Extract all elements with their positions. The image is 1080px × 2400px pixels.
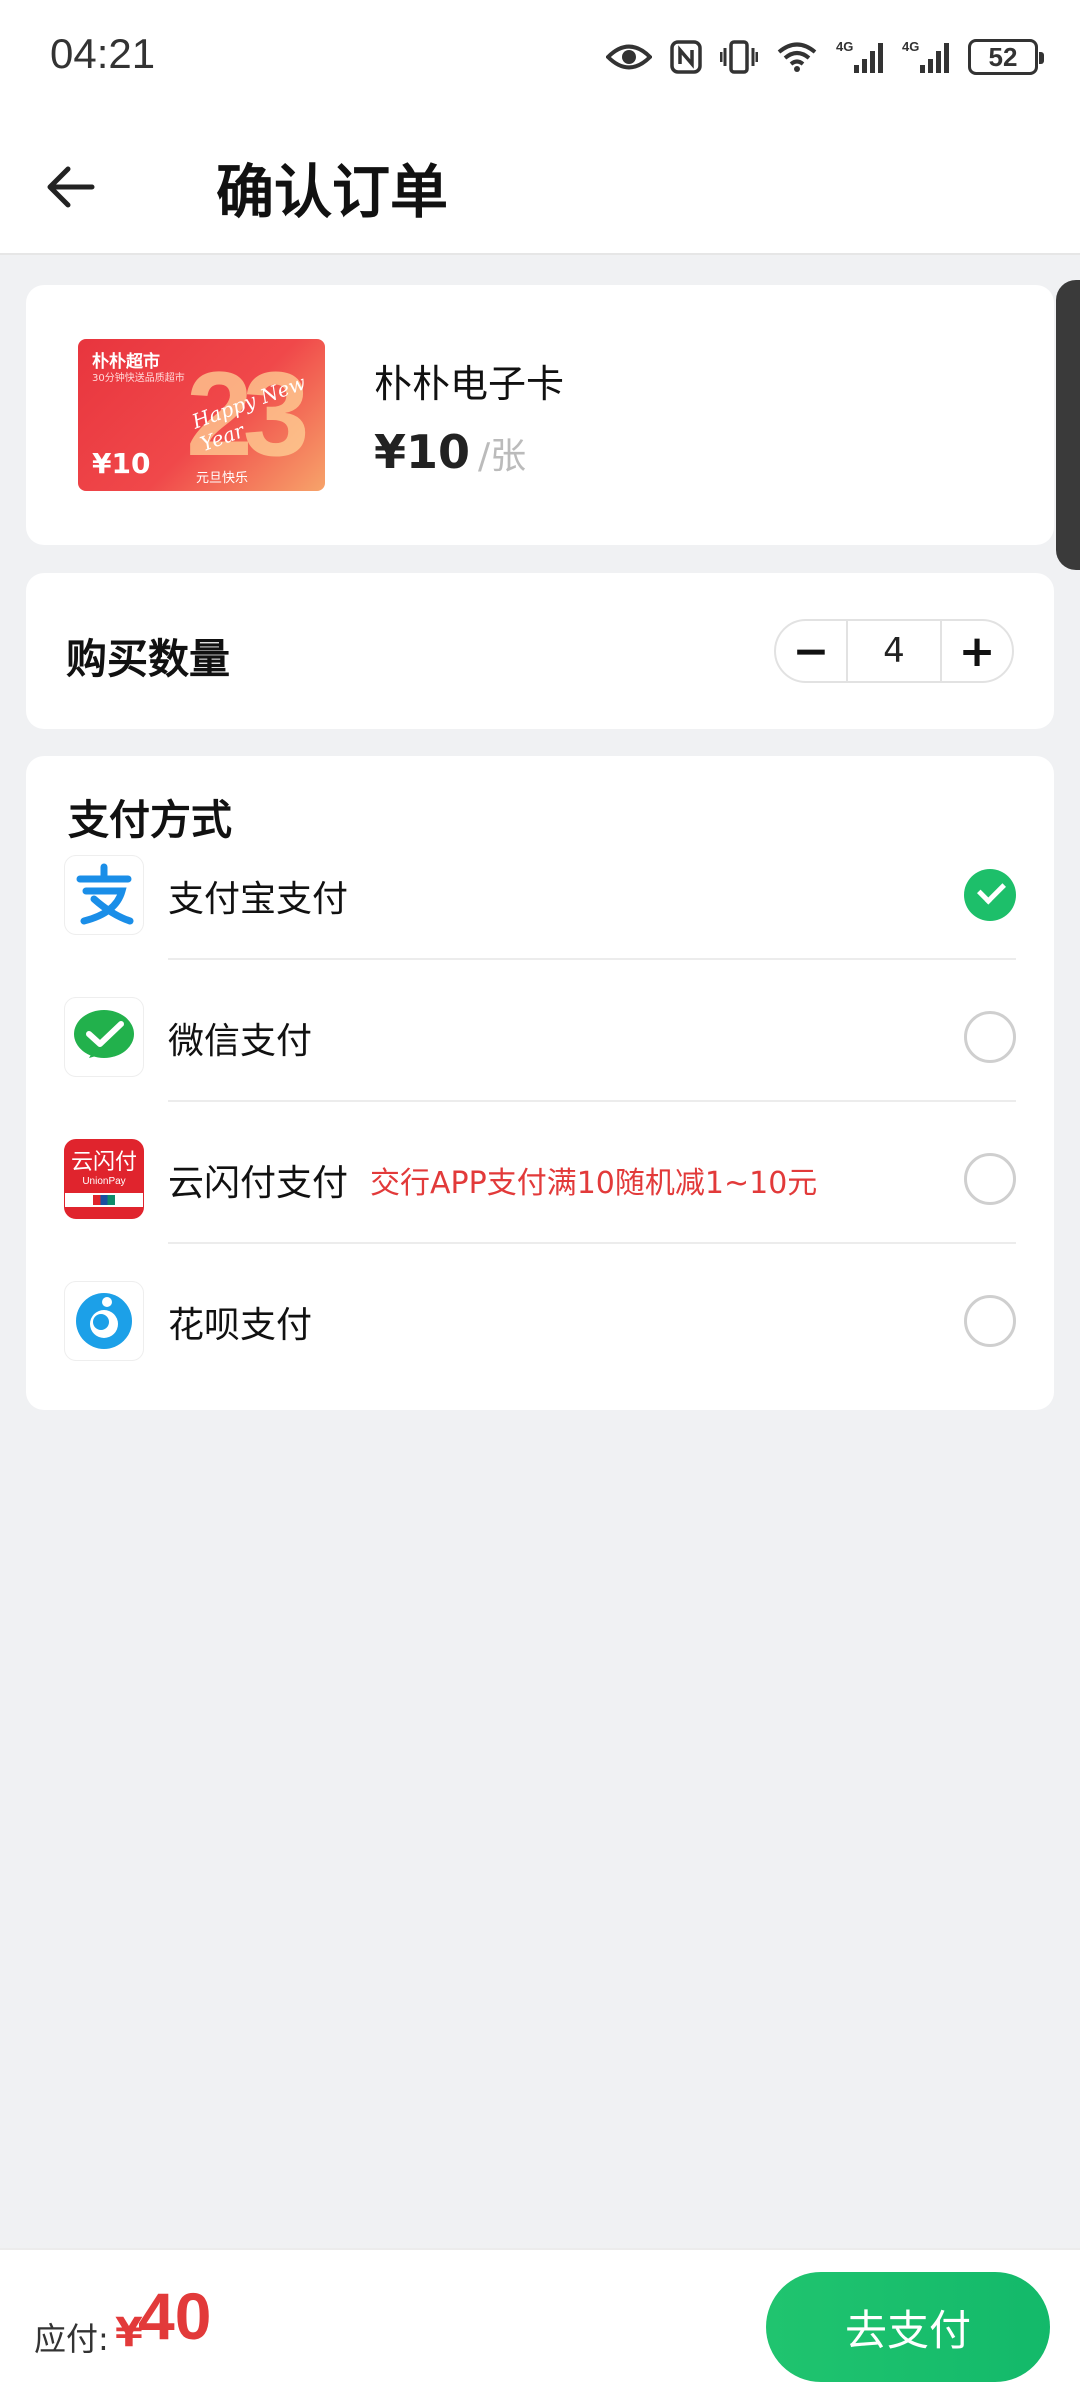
product-price-unit: /张 (478, 436, 527, 477)
back-arrow-icon[interactable] (40, 155, 104, 219)
product-price: ¥10/张 (374, 425, 526, 479)
eye-icon (606, 44, 652, 70)
amount-total: 40 (138, 2279, 212, 2353)
radio-unselected[interactable] (964, 1011, 1016, 1063)
huabei-icon (64, 1281, 144, 1361)
payment-method-card: 支付方式 支付宝支付 微信支付 云闪付 UnionPay 云闪付支付 交行APP… (26, 756, 1054, 1410)
quantity-stepper: − 4 + (774, 619, 1014, 683)
payment-option-wechat[interactable]: 微信支付 (26, 960, 1054, 1102)
checkout-bar: 应付: ¥ 40 去支付 (0, 2248, 1080, 2400)
gift-card-caption: 元旦快乐 (196, 471, 249, 486)
quantity-card: 购买数量 − 4 + (26, 573, 1054, 729)
unionpay-icon: 云闪付 UnionPay (64, 1139, 144, 1219)
payment-option-label: 微信支付 (168, 1021, 313, 1062)
increase-button[interactable]: + (942, 621, 1012, 681)
signal-4g-icon: 4G (902, 39, 949, 73)
unionpay-logo-text: 云闪付 (70, 1150, 137, 1175)
wechat-pay-icon (64, 997, 144, 1077)
product-card: 23 朴朴超市 30分钟快送品质超市 Happy New Year ¥10 元旦… (26, 285, 1054, 545)
payment-option-label: 花呗支付 (168, 1305, 313, 1346)
gift-card-slogan: 30分钟快送品质超市 (92, 373, 185, 384)
radio-unselected[interactable] (964, 1153, 1016, 1205)
decrease-button[interactable]: − (776, 621, 846, 681)
payment-option-huabei[interactable]: 花呗支付 (26, 1244, 1054, 1386)
product-name: 朴朴电子卡 (374, 362, 565, 406)
quantity-value[interactable]: 4 (846, 621, 942, 681)
status-icons: 4G 4G 52 (606, 32, 1044, 82)
product-price-value: ¥10 (374, 425, 471, 479)
page-title: 确认订单 (216, 158, 449, 226)
payment-option-label: 云闪付支付 (168, 1163, 349, 1204)
unionpay-logo-strip (65, 1193, 143, 1207)
payment-promo-text: 交行APP支付满10随机减1~10元 (370, 1166, 818, 1201)
status-time: 04:21 (50, 30, 156, 77)
gift-card-value: ¥10 (92, 447, 151, 480)
unionpay-logo-subtext: UnionPay (82, 1176, 126, 1187)
nfc-icon (670, 40, 702, 74)
payment-option-label: 支付宝支付 (168, 879, 349, 920)
status-bar: 04:21 4G 4G 52 (0, 0, 1080, 115)
alipay-icon (64, 855, 144, 935)
side-drawer-handle[interactable] (1056, 280, 1080, 570)
signal-4g-icon: 4G (836, 39, 883, 73)
gift-card-image: 23 朴朴超市 30分钟快送品质超市 Happy New Year ¥10 元旦… (78, 339, 325, 491)
svg-text:4G: 4G (836, 39, 853, 54)
wifi-icon (777, 42, 817, 72)
payment-option-alipay[interactable]: 支付宝支付 (26, 818, 1054, 960)
battery-indicator: 52 (968, 39, 1044, 75)
payment-option-unionpay[interactable]: 云闪付 UnionPay 云闪付支付 交行APP支付满10随机减1~10元 (26, 1102, 1054, 1244)
radio-unselected[interactable] (964, 1295, 1016, 1347)
pay-button[interactable]: 去支付 (766, 2272, 1050, 2382)
radio-selected[interactable] (964, 869, 1016, 921)
quantity-label: 购买数量 (66, 635, 230, 683)
svg-text:4G: 4G (902, 39, 919, 54)
nav-header: 确认订单 (0, 115, 1080, 255)
amount-label: 应付: (34, 2320, 109, 2358)
vibrate-icon (720, 40, 758, 74)
